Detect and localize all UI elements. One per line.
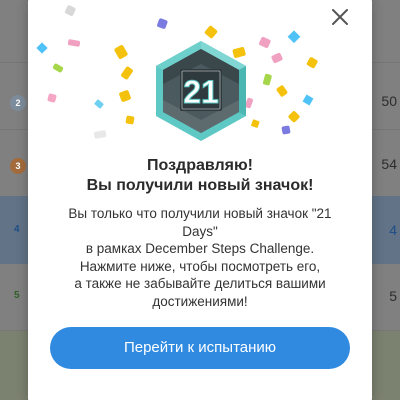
body-line: Нажмите ниже, чтобы посмотреть его,	[79, 258, 321, 274]
row-score: 5	[389, 288, 397, 304]
row-rank: 4	[14, 224, 20, 235]
row-score: 54	[381, 156, 397, 172]
body-line: Вы только что получили новый значок "21	[68, 206, 332, 221]
close-button[interactable]	[328, 5, 352, 29]
body-line: достижениями!	[152, 293, 248, 309]
body-line: Days"	[182, 223, 218, 239]
badge-earned-dialog: 21 Поздравляю! Вы получили новый значок!…	[28, 0, 372, 400]
badge-21-days: 21	[154, 40, 248, 142]
dialog-title-line1: Поздравляю!	[147, 157, 253, 174]
dialog-body: Вы только что получили новый значок "21 …	[50, 205, 350, 310]
badge-number: 21	[183, 74, 219, 110]
go-to-challenge-button[interactable]: Перейти к испытанию	[50, 327, 350, 369]
bronze-medal-icon: 3	[10, 158, 26, 174]
body-line: в рамках December Steps Challenge.	[85, 241, 315, 256]
silver-medal-icon: 2	[10, 95, 26, 111]
body-line: а также не забывайте делиться вашими	[74, 276, 326, 291]
badge-hexagon-icon: 21	[156, 41, 246, 141]
row-rank: 5	[14, 290, 20, 301]
close-icon	[332, 9, 348, 25]
row-score: 4	[389, 222, 397, 238]
dialog-title-line2: Вы получили новый значок!	[86, 177, 314, 194]
row-score: 50	[381, 93, 397, 109]
